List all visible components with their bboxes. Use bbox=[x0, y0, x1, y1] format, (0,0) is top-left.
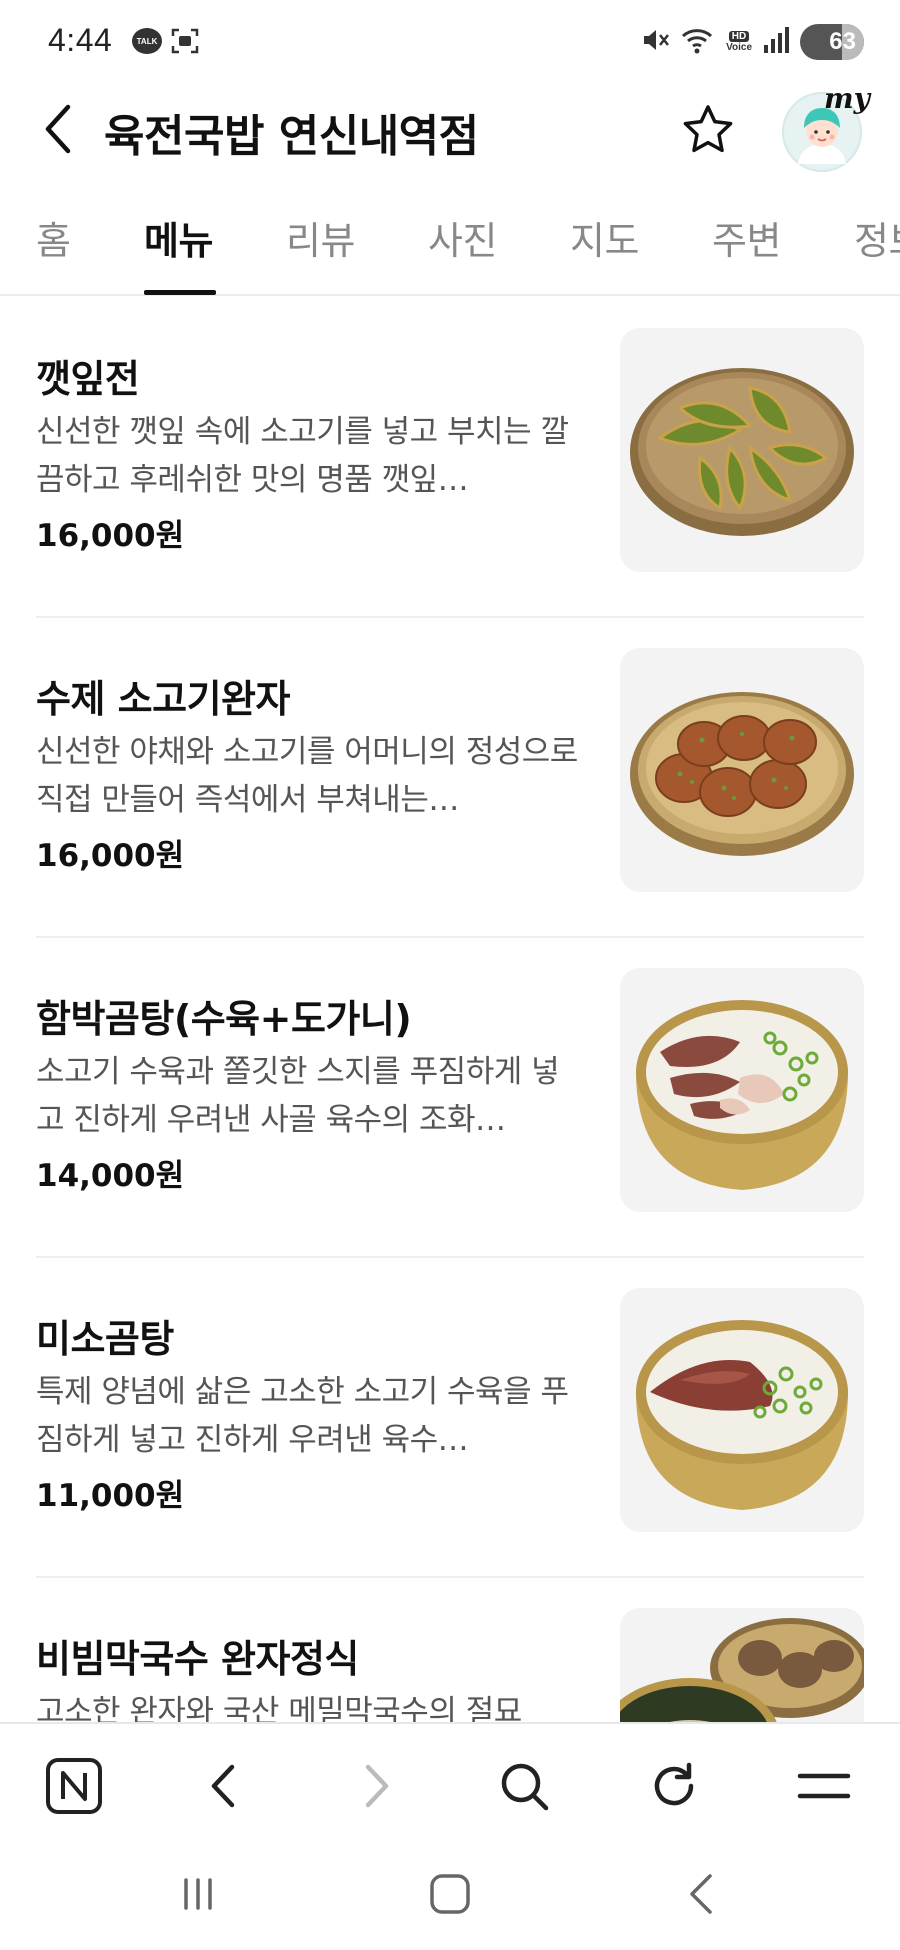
signal-icon bbox=[762, 25, 790, 59]
beef-bone-soup-image[interactable] bbox=[620, 1288, 864, 1532]
menu-list: 깻잎전 신선한 깻잎 속에 소고기를 넣고 부치는 깔끔하고 후레쉬한 맛의 명… bbox=[0, 298, 900, 1722]
favorite-button[interactable] bbox=[676, 98, 740, 162]
chevron-left-icon bbox=[211, 1764, 235, 1808]
page-title: 육전국밥 연신내역점 bbox=[104, 111, 479, 162]
refresh-icon bbox=[654, 1762, 694, 1806]
system-navigation-bar bbox=[0, 1842, 900, 1950]
buckwheat-noodle-set-image[interactable] bbox=[620, 1608, 864, 1722]
back-button[interactable] bbox=[28, 96, 88, 162]
menu-item-price: 11,000원 bbox=[36, 1478, 185, 1514]
tab-bar: 홈 메뉴 리뷰 사진 지도 주변 정보 bbox=[0, 200, 900, 296]
status-icons: HD Voice 63 bbox=[640, 22, 864, 62]
menu-item-description: 소고기 수육과 쫄깃한 스지를 푸짐하게 넣고 진하게 우려낸 사골 육수의 조… bbox=[36, 1054, 560, 1138]
menu-item-description: 신선한 깻잎 속에 소고기를 넣고 부치는 깔끔하고 후레쉬한 맛의 명품 깻잎… bbox=[36, 414, 569, 498]
menu-item[interactable]: 함박곰탕(수육+도가니) 소고기 수육과 쫄깃한 스지를 푸짐하게 넣고 진하게… bbox=[0, 938, 900, 1258]
active-tab-indicator bbox=[144, 290, 216, 295]
menu-item-name: 깻잎전 bbox=[36, 357, 140, 401]
menu-item-name: 미소곰탕 bbox=[36, 1317, 174, 1361]
beef-meatball-patties-image[interactable] bbox=[620, 648, 864, 892]
tab-info[interactable]: 정보 bbox=[854, 210, 900, 265]
naver-home-button[interactable] bbox=[42, 1754, 106, 1818]
mute-icon bbox=[640, 25, 670, 59]
tab-review[interactable]: 리뷰 bbox=[286, 210, 355, 265]
screenshot-notification-icon bbox=[170, 26, 200, 56]
refresh-button[interactable] bbox=[642, 1754, 706, 1818]
system-back-button[interactable] bbox=[672, 1864, 732, 1924]
hd-voice-icon: HD Voice bbox=[726, 31, 752, 53]
menu-item[interactable]: 수제 소고기완자 신선한 야채와 소고기를 어머니의 정성으로 직접 만들어 즉… bbox=[0, 618, 900, 938]
search-button[interactable] bbox=[492, 1754, 556, 1818]
search-icon bbox=[501, 1763, 549, 1811]
browser-menu-button[interactable] bbox=[792, 1754, 856, 1818]
header: 육전국밥 연신내역점 my bbox=[0, 82, 900, 174]
wifi-icon bbox=[680, 25, 716, 59]
tab-nearby[interactable]: 주변 bbox=[712, 210, 781, 265]
menu-item-name: 수제 소고기완자 bbox=[36, 677, 290, 721]
chevron-right-icon bbox=[365, 1764, 389, 1808]
home-square-icon bbox=[430, 1874, 470, 1914]
menu-item-description: 특제 양념에 삶은 고소한 소고기 수육을 푸짐하게 넣고 진하게 우려낸 육수… bbox=[36, 1374, 569, 1458]
tab-menu[interactable]: 메뉴 bbox=[144, 210, 213, 265]
menu-item-description: 신선한 야채와 소고기를 어머니의 정성으로 직접 만들어 즉석에서 부쳐내는… bbox=[36, 734, 578, 818]
menu-item[interactable]: 깻잎전 신선한 깻잎 속에 소고기를 넣고 부치는 깔끔하고 후레쉬한 맛의 명… bbox=[0, 298, 900, 618]
hamburger-menu-icon bbox=[797, 1773, 851, 1799]
star-icon bbox=[683, 105, 733, 153]
menu-item[interactable]: 미소곰탕 특제 양념에 삶은 고소한 소고기 수육을 푸짐하게 넣고 진하게 우… bbox=[0, 1258, 900, 1578]
tab-photo[interactable]: 사진 bbox=[428, 210, 497, 265]
back-chevron-icon bbox=[690, 1874, 712, 1914]
menu-item-name: 비빔막국수 완자정식 bbox=[36, 1637, 359, 1681]
browser-toolbar bbox=[0, 1722, 900, 1842]
status-time: 4:44 bbox=[48, 22, 113, 58]
my-label: my bbox=[824, 82, 870, 115]
menu-item-price: 16,000원 bbox=[36, 838, 185, 874]
browser-forward-button[interactable] bbox=[344, 1754, 408, 1818]
menu-item-description: 고소한 완자와 국산 메밀막국수의 절묘 bbox=[36, 1694, 522, 1722]
chevron-left-icon bbox=[45, 104, 71, 154]
perilla-leaf-pancake-image[interactable] bbox=[620, 328, 864, 572]
naver-icon bbox=[46, 1758, 102, 1814]
recent-apps-button[interactable] bbox=[168, 1864, 228, 1924]
battery-icon: 63 bbox=[800, 24, 864, 60]
menu-item-price: 14,000원 bbox=[36, 1158, 185, 1194]
menu-item-price: 16,000원 bbox=[36, 518, 185, 554]
my-profile-avatar[interactable]: my bbox=[782, 82, 870, 172]
recent-apps-icon bbox=[184, 1878, 212, 1910]
beef-bone-soup-with-tendon-image[interactable] bbox=[620, 968, 864, 1212]
system-home-button[interactable] bbox=[420, 1864, 480, 1924]
status-bar: 4:44 TALK HD Voice 63 bbox=[0, 0, 900, 84]
menu-item[interactable]: 비빔막국수 완자정식 고소한 완자와 국산 메밀막국수의 절묘 bbox=[0, 1578, 900, 1722]
kakaotalk-notification-icon: TALK bbox=[132, 28, 162, 54]
menu-item-name: 함박곰탕(수육+도가니) bbox=[36, 997, 412, 1041]
browser-back-button[interactable] bbox=[192, 1754, 256, 1818]
tab-map[interactable]: 지도 bbox=[570, 210, 639, 265]
tab-home[interactable]: 홈 bbox=[36, 210, 71, 265]
